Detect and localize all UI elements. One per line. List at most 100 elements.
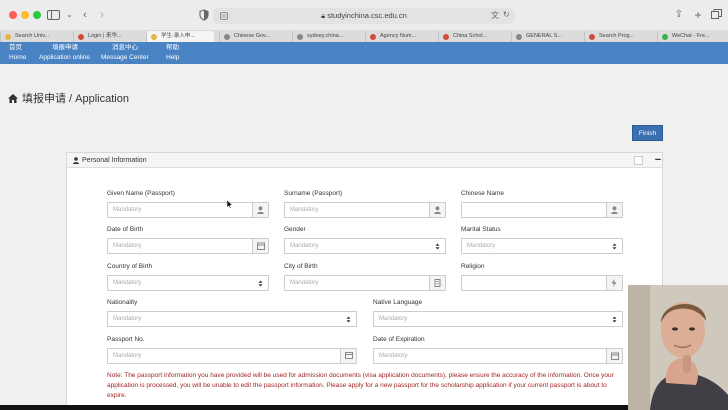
address-bar[interactable]: 🔒︎ studyinchina.csc.edu.cn 文 ↻ <box>213 8 515 24</box>
collapse-icon[interactable]: − <box>654 155 662 166</box>
nav-message-zh: 消息中心 <box>112 44 138 51</box>
panel-title: Personal Information <box>82 157 147 164</box>
tab-favicon-icon <box>589 33 595 40</box>
date-of-birth-label: Date of Birth <box>107 226 144 233</box>
tab-label: China Schol... <box>453 33 488 39</box>
sidebar-toggle-icon[interactable] <box>47 10 60 20</box>
nav-home[interactable]: 首页 Home <box>9 43 26 63</box>
marital-status-label: Marital Status <box>461 226 501 233</box>
back-icon[interactable]: ‹ <box>80 9 90 21</box>
expiration-date-input[interactable]: Mandatory <box>373 348 623 364</box>
select-caret-icon <box>435 243 440 250</box>
tab-strip: Search Univ... Login | 来华... 学生-录入申... C… <box>0 30 728 42</box>
panel-checkbox[interactable] <box>634 156 643 165</box>
share-icon[interactable]: ⇪ <box>674 9 684 21</box>
browser-tab[interactable]: Search Univ... <box>0 31 68 42</box>
gender-placeholder: Mandatory <box>290 243 319 249</box>
tab-label: GENERAL S... <box>526 33 562 39</box>
finish-button[interactable]: Finish <box>632 125 663 141</box>
chinese-name-input[interactable] <box>461 202 623 218</box>
nav-application-zh: 填报申请 <box>52 44 78 51</box>
privacy-shield-icon[interactable] <box>199 9 209 21</box>
tab-overview-icon[interactable] <box>710 9 722 21</box>
given-name-input[interactable]: Mandatory <box>107 202 269 218</box>
new-tab-icon[interactable]: + <box>693 9 703 21</box>
expiration-date-placeholder: Mandatory <box>379 353 408 359</box>
tab-favicon-icon <box>516 33 522 40</box>
browser-tab[interactable]: China Schol... <box>438 31 506 42</box>
browser-tab[interactable]: Login | 来华... <box>73 31 141 42</box>
gender-select[interactable]: Mandatory <box>284 238 446 254</box>
presenter-video-image <box>628 285 728 410</box>
country-of-birth-select[interactable]: Mandatory <box>107 275 269 291</box>
tab-favicon-icon <box>662 33 668 40</box>
surname-label: Surname (Passport) <box>284 190 343 197</box>
forward-icon[interactable]: › <box>97 9 107 21</box>
reload-icon[interactable]: ↻ <box>503 10 510 19</box>
select-caret-icon <box>258 280 263 287</box>
calendar-icon[interactable] <box>252 239 268 253</box>
country-of-birth-placeholder: Mandatory <box>113 280 142 286</box>
passport-note: Note: The passport information you have … <box>107 372 614 399</box>
page-title-text: 填报申请 / Application <box>22 93 129 105</box>
nav-help-en: Help <box>166 54 180 61</box>
id-card-icon <box>340 349 356 363</box>
religion-input[interactable] <box>461 275 623 291</box>
page-content: 填报申请 / Application Finish Personal Infor… <box>0 64 728 410</box>
gender-label: Gender <box>284 226 306 233</box>
bottom-edge <box>0 405 628 410</box>
url-text: 🔒︎ studyinchina.csc.edu.cn <box>213 8 515 24</box>
site-navigation: 首页 Home 填报申请 Application online 消息中心 Messag… <box>0 42 728 64</box>
given-name-label: Given Name (Passport) <box>107 190 175 197</box>
tab-label: sydney.china... <box>307 33 344 39</box>
nationality-select[interactable]: Mandatory <box>107 311 357 327</box>
tab-label: 学生-录入申... <box>161 33 195 39</box>
tab-label: Search Univ... <box>15 33 50 39</box>
nav-application-en: Application online <box>39 54 90 61</box>
tab-label: Login | 来华... <box>88 33 122 39</box>
building-icon <box>429 276 445 290</box>
date-of-birth-input[interactable]: Mandatory <box>107 238 269 254</box>
tab-favicon-icon <box>151 33 157 40</box>
user-icon <box>252 203 268 217</box>
sidebar-menu-chevron-icon[interactable]: ⌄ <box>66 9 73 21</box>
mouse-cursor-icon <box>227 200 233 209</box>
minimize-window-button[interactable] <box>21 11 29 19</box>
country-of-birth-label: Country of Birth <box>107 263 153 270</box>
translate-icon[interactable]: 文 <box>491 10 499 21</box>
city-of-birth-input[interactable]: Mandatory <box>284 275 446 291</box>
browser-tab[interactable]: Agency Num... <box>365 31 433 42</box>
zoom-window-button[interactable] <box>33 11 41 19</box>
nav-help[interactable]: 帮助 Help <box>166 43 179 63</box>
city-of-birth-placeholder: Mandatory <box>290 280 319 286</box>
passport-number-input[interactable]: Mandatory <box>107 348 357 364</box>
browser-tab[interactable]: WeChat - Fre... <box>657 31 728 42</box>
panel-header: Personal Information − <box>67 153 662 168</box>
religion-label: Religion <box>461 263 485 270</box>
tab-label: Chinese Gov... <box>234 33 270 39</box>
browser-titlebar: ⌄ ‹ › 🔒︎ studyinchina.csc.edu.cn 文 ↻ ⇪ + <box>0 0 728 30</box>
bolt-icon <box>606 276 622 290</box>
marital-status-select[interactable]: Mandatory <box>461 238 623 254</box>
close-window-button[interactable] <box>9 11 17 19</box>
browser-tab[interactable]: Chinese Gov... <box>219 31 287 42</box>
native-language-label: Native Language <box>373 299 423 306</box>
browser-tab[interactable]: sydney.china... <box>292 31 360 42</box>
page-title: 填报申请 / Application <box>8 92 129 106</box>
nav-message-center[interactable]: 消息中心 Message Center <box>101 43 149 63</box>
browser-tab[interactable]: GENERAL S... <box>511 31 579 42</box>
tab-favicon-icon <box>78 33 84 40</box>
tab-label: Agency Num... <box>380 33 417 39</box>
calendar-icon[interactable] <box>606 349 622 363</box>
browser-tab-active[interactable]: 学生-录入申... <box>146 31 214 42</box>
passport-number-placeholder: Mandatory <box>113 353 142 359</box>
tab-favicon-icon <box>5 33 11 40</box>
home-icon <box>8 94 18 103</box>
select-caret-icon <box>612 316 617 323</box>
tab-label: WeChat - Fre... <box>672 33 710 39</box>
browser-tab[interactable]: Search Prog... <box>584 31 652 42</box>
nav-application-online[interactable]: 填报申请 Application online <box>39 43 90 63</box>
native-language-select[interactable]: Mandatory <box>373 311 623 327</box>
surname-input[interactable]: Mandatory <box>284 202 446 218</box>
url-value: studyinchina.csc.edu.cn <box>327 11 407 20</box>
